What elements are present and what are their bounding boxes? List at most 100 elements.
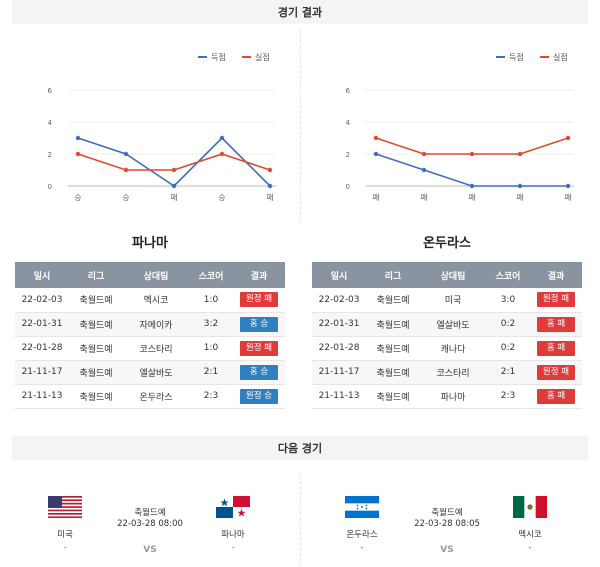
cell-date: 22-01-28 (312, 336, 366, 361)
cell-result: 홈 패 (530, 312, 582, 337)
data-point (267, 167, 273, 173)
x-tick-label: 패 (421, 192, 428, 202)
cell-date: 21-11-13 (15, 384, 69, 409)
usa-flag-icon (48, 496, 82, 518)
cell-opponent: 캐나다 (420, 336, 486, 361)
x-tick-label: 패 (517, 192, 524, 202)
y-tick-label: 4 (346, 119, 351, 127)
next-match-card-2[interactable]: 온두라스 - 축월드예 22-03-28 08:05 VS 멕시코 - (312, 490, 582, 566)
next-match-divider (300, 476, 301, 566)
series-line-for (375, 153, 568, 187)
match-league: 축월드예 (431, 508, 463, 518)
data-point (123, 167, 129, 173)
column-header: 스코어 (189, 262, 233, 288)
panama-flag-icon (216, 496, 250, 518)
result-badge: 홈 승 (240, 316, 278, 332)
data-point (219, 135, 225, 141)
home-team-score: - (63, 543, 67, 552)
y-tick-label: 6 (346, 87, 351, 95)
table-header-row: 일시 리그 상대팀 스코어 결과 (15, 262, 285, 288)
x-tick-label: 패 (267, 192, 274, 202)
table-row[interactable]: 21-11-13 축월드예 온두라스 2:3 원정 승 (15, 384, 285, 409)
cell-score: 0:2 (486, 336, 530, 361)
result-badge: 원정 패 (240, 292, 278, 308)
y-tick-label: 4 (48, 119, 53, 127)
vs-label: VS (143, 545, 157, 555)
column-header: 리그 (366, 262, 420, 288)
away-team-name: 파나마 (221, 530, 245, 540)
data-point (421, 167, 427, 173)
cell-league: 축월드예 (366, 360, 420, 385)
home-team-name: 미국 (57, 530, 73, 540)
cell-result: 원정 패 (233, 336, 285, 361)
table-row[interactable]: 21-11-13 축월드예 파나마 2:3 홈 패 (312, 384, 582, 409)
match-date: 22-03-28 08:05 (414, 519, 480, 529)
y-tick-label: 2 (48, 151, 52, 159)
cell-date: 21-11-13 (312, 384, 366, 409)
data-point (565, 135, 571, 141)
match-info: 축월드예 22-03-28 08:05 VS (402, 506, 492, 555)
home-team: 온두라스 - (322, 490, 402, 552)
next-match-section-header: 다음 경기 (12, 436, 588, 460)
column-header: 결과 (233, 262, 285, 288)
cell-league: 축월드예 (366, 288, 420, 313)
x-tick-label: 패 (565, 192, 572, 202)
x-tick-label: 승 (123, 193, 130, 202)
cell-score: 1:0 (189, 336, 233, 361)
data-point (421, 151, 427, 157)
cell-opponent: 온두라스 (123, 384, 189, 409)
table-row[interactable]: 22-01-31 축월드예 자메이카 3:2 홈 승 (15, 312, 285, 337)
vs-label: VS (440, 545, 454, 555)
team-title-1: 파나마 (132, 236, 168, 251)
x-tick-label: 패 (171, 192, 178, 202)
data-point (469, 151, 475, 157)
table-row[interactable]: 22-02-03 축월드예 멕시코 1:0 원정 패 (15, 288, 285, 313)
data-point (171, 183, 177, 189)
cell-opponent: 엘살바도 (123, 360, 189, 385)
series-line-against (375, 137, 569, 155)
table-row[interactable]: 22-01-28 축월드예 캐나다 0:2 홈 패 (312, 336, 582, 361)
cell-league: 축월드예 (366, 336, 420, 361)
x-tick-label: 패 (469, 192, 476, 202)
cell-result: 홈 승 (233, 312, 285, 337)
cell-result: 원정 승 (233, 384, 285, 409)
chart-svg-team-1: 득점 실점 0 2 4 6 승 승 패 승 패 (48, 52, 276, 202)
y-tick-label: 6 (48, 87, 53, 95)
table-row[interactable]: 21-11-17 축월드예 엘살바도 2:1 홈 승 (15, 360, 285, 385)
away-team: 멕시코 - (490, 490, 570, 552)
data-point (373, 135, 379, 141)
data-point (373, 151, 379, 157)
cell-date: 22-02-03 (312, 288, 366, 313)
table-row[interactable]: 21-11-17 축월드예 코스타리 2:1 원정 패 (312, 360, 582, 385)
results-table-team-1: 일시 리그 상대팀 스코어 결과 22-02-03 축월드예 멕시코 1:0 원정 패 22-01… (15, 262, 285, 409)
cell-league: 축월드예 (69, 384, 123, 409)
chart-team-1: 득점 실점 0 2 4 6 승 승 패 승 패 (6, 38, 296, 218)
cell-date: 21-11-17 (312, 360, 366, 385)
chart-legend: 득점 실점 (496, 52, 568, 62)
result-badge: 홈 패 (537, 388, 575, 404)
result-badge: 원정 승 (240, 388, 278, 404)
data-point (75, 151, 81, 157)
next-match-card-1[interactable]: 미국 - 축월드예 22-03-28 08:00 VS 파나마 - (15, 490, 285, 566)
away-team-score: - (231, 543, 235, 552)
data-point (75, 135, 81, 141)
column-header: 일시 (312, 262, 366, 288)
table-row[interactable]: 22-01-31 축월드예 엘살바도 0:2 홈 패 (312, 312, 582, 337)
chart-svg-team-2: 득점 실점 0 2 4 6 패 패 패 패 패 (346, 52, 574, 202)
cell-league: 축월드예 (69, 360, 123, 385)
table-row[interactable]: 22-02-03 축월드예 미국 3:0 원정 패 (312, 288, 582, 313)
cell-result: 홈 패 (530, 336, 582, 361)
table-row[interactable]: 22-01-28 축월드예 코스타리 1:0 원정 패 (15, 336, 285, 361)
legend-label: 득점 (509, 52, 524, 62)
results-section-header: 경기 결과 (12, 0, 588, 24)
column-header: 결과 (530, 262, 582, 288)
y-tick-label: 2 (346, 151, 350, 159)
cell-result: 원정 패 (530, 288, 582, 313)
x-tick-label: 승 (219, 193, 226, 202)
data-point (171, 167, 177, 173)
table-header-row: 일시 리그 상대팀 스코어 결과 (312, 262, 582, 288)
y-tick-label: 0 (48, 183, 52, 191)
data-point (123, 151, 129, 157)
x-tick-label: 승 (75, 193, 82, 202)
cell-result: 홈 패 (530, 384, 582, 409)
